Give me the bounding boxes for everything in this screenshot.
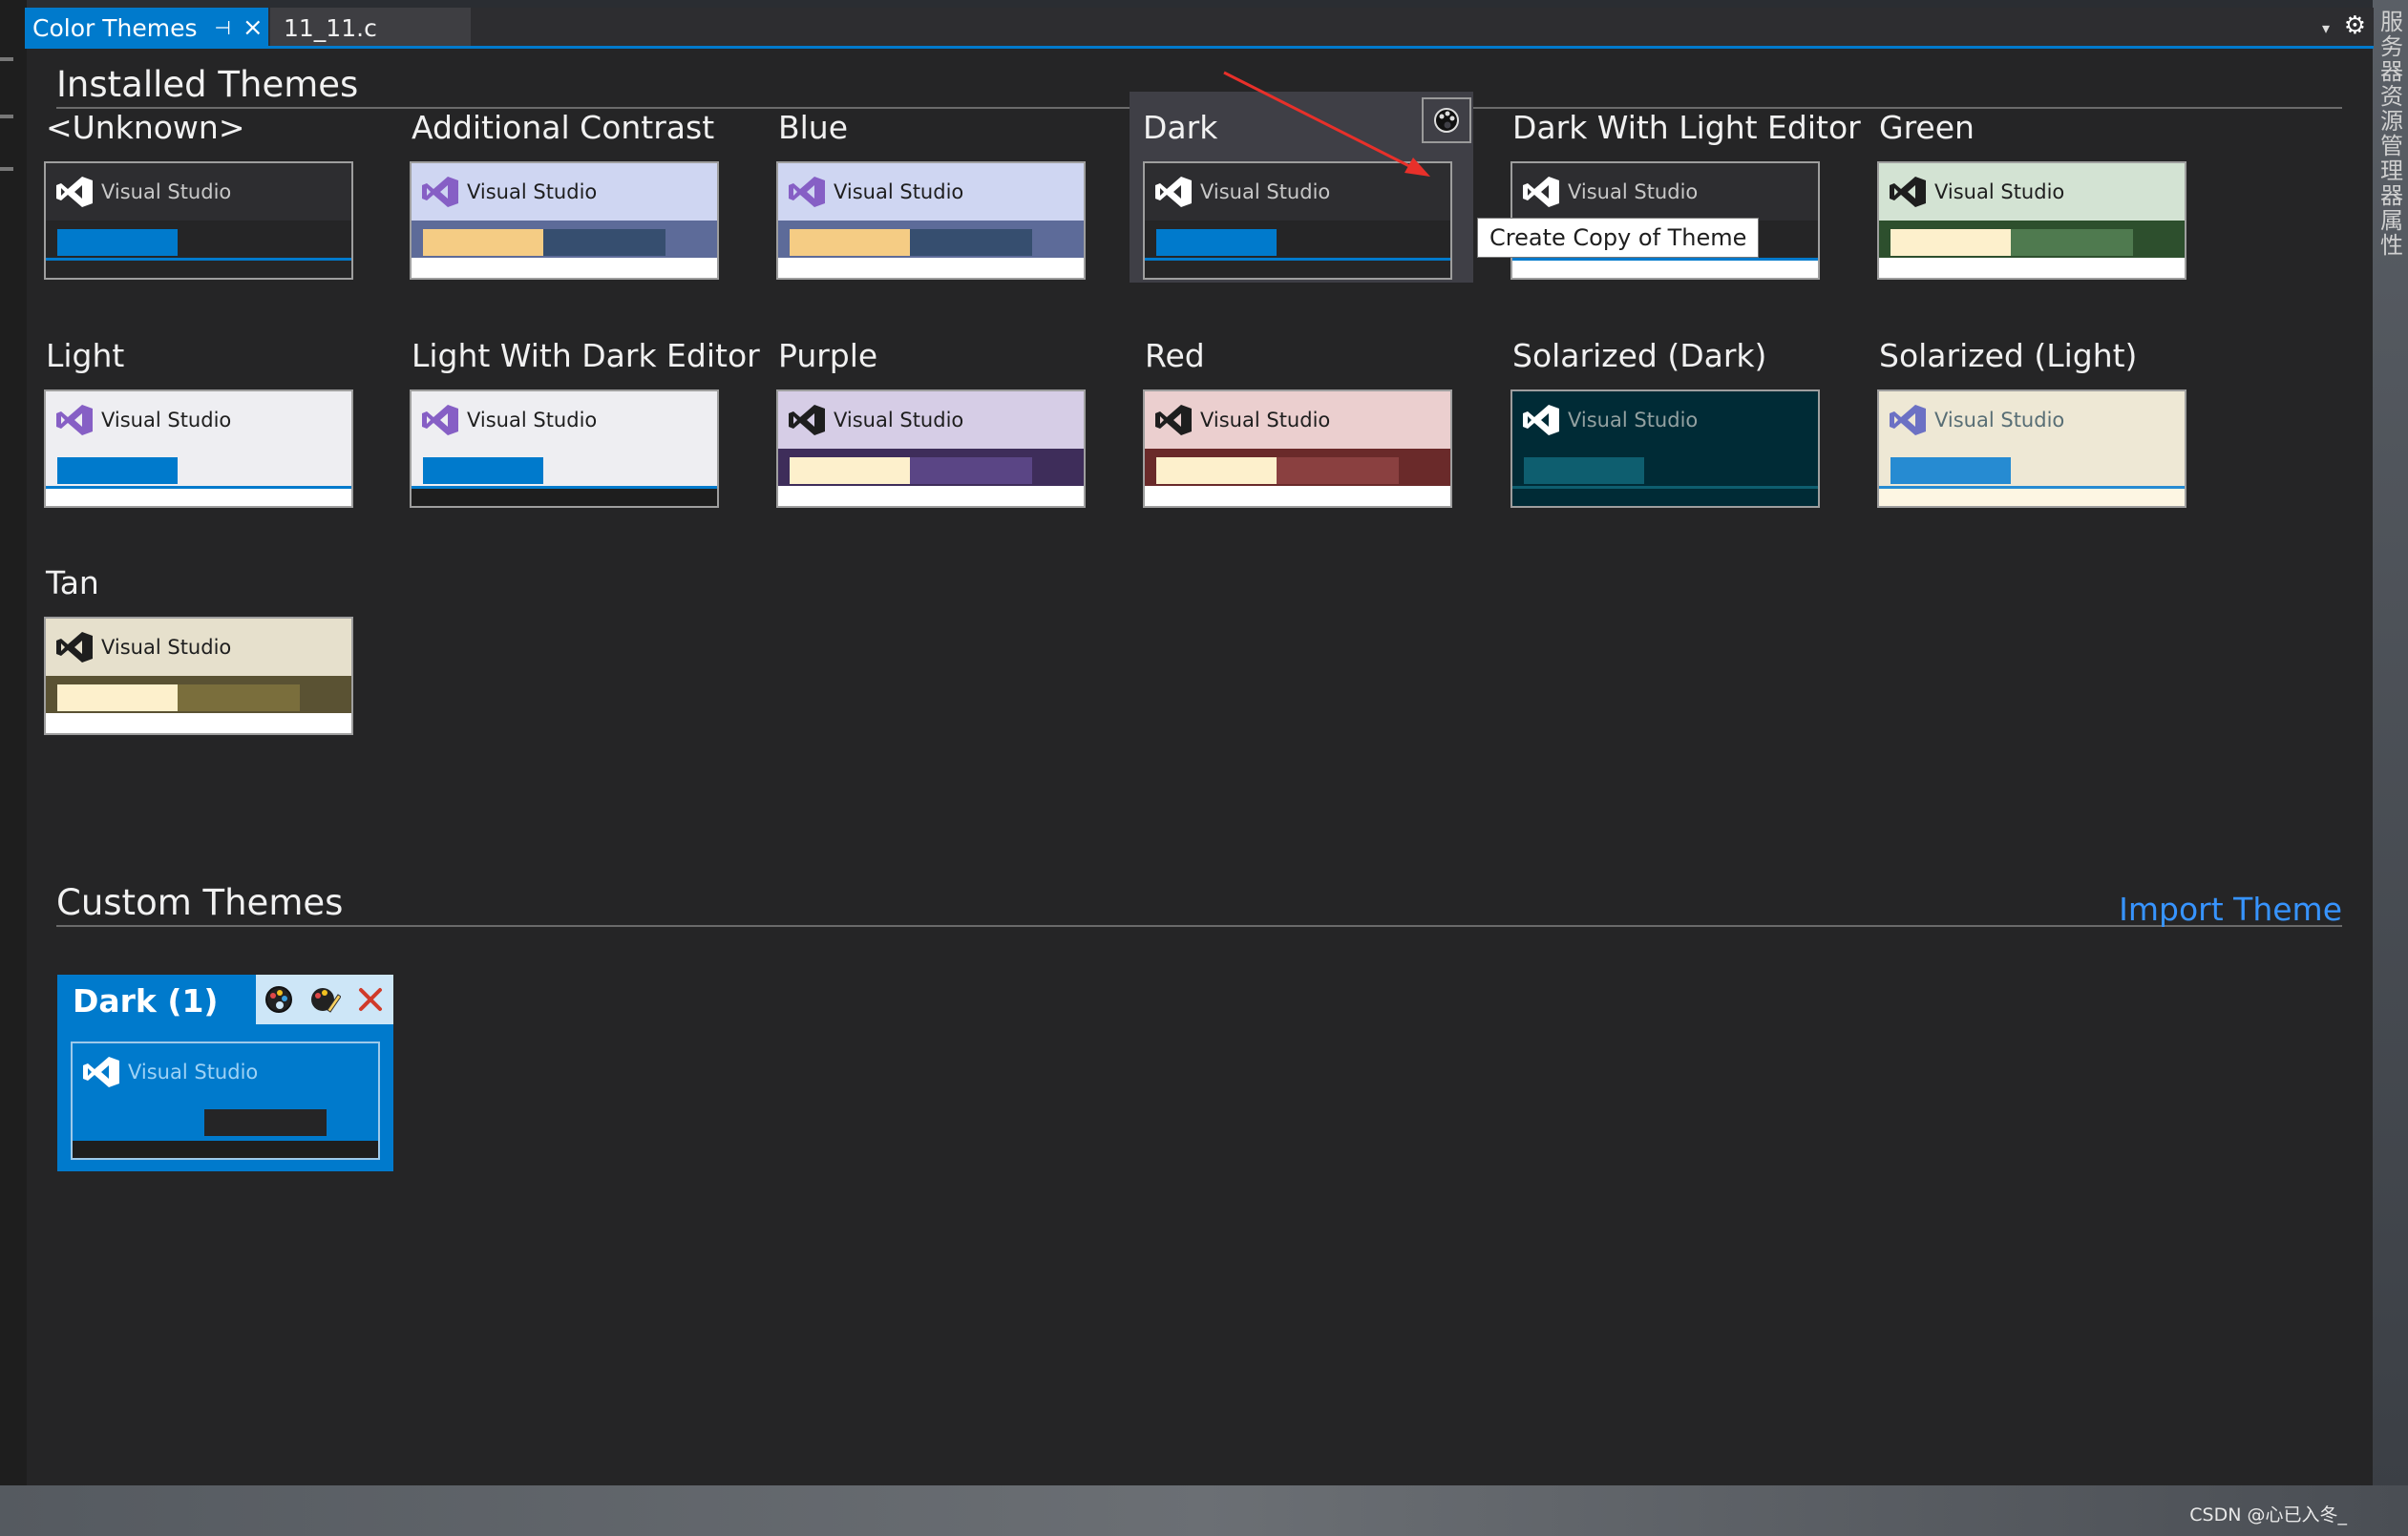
annotation-arrow — [1223, 71, 1430, 177]
create-copy-tooltip: Create Copy of Theme — [1477, 218, 1760, 258]
